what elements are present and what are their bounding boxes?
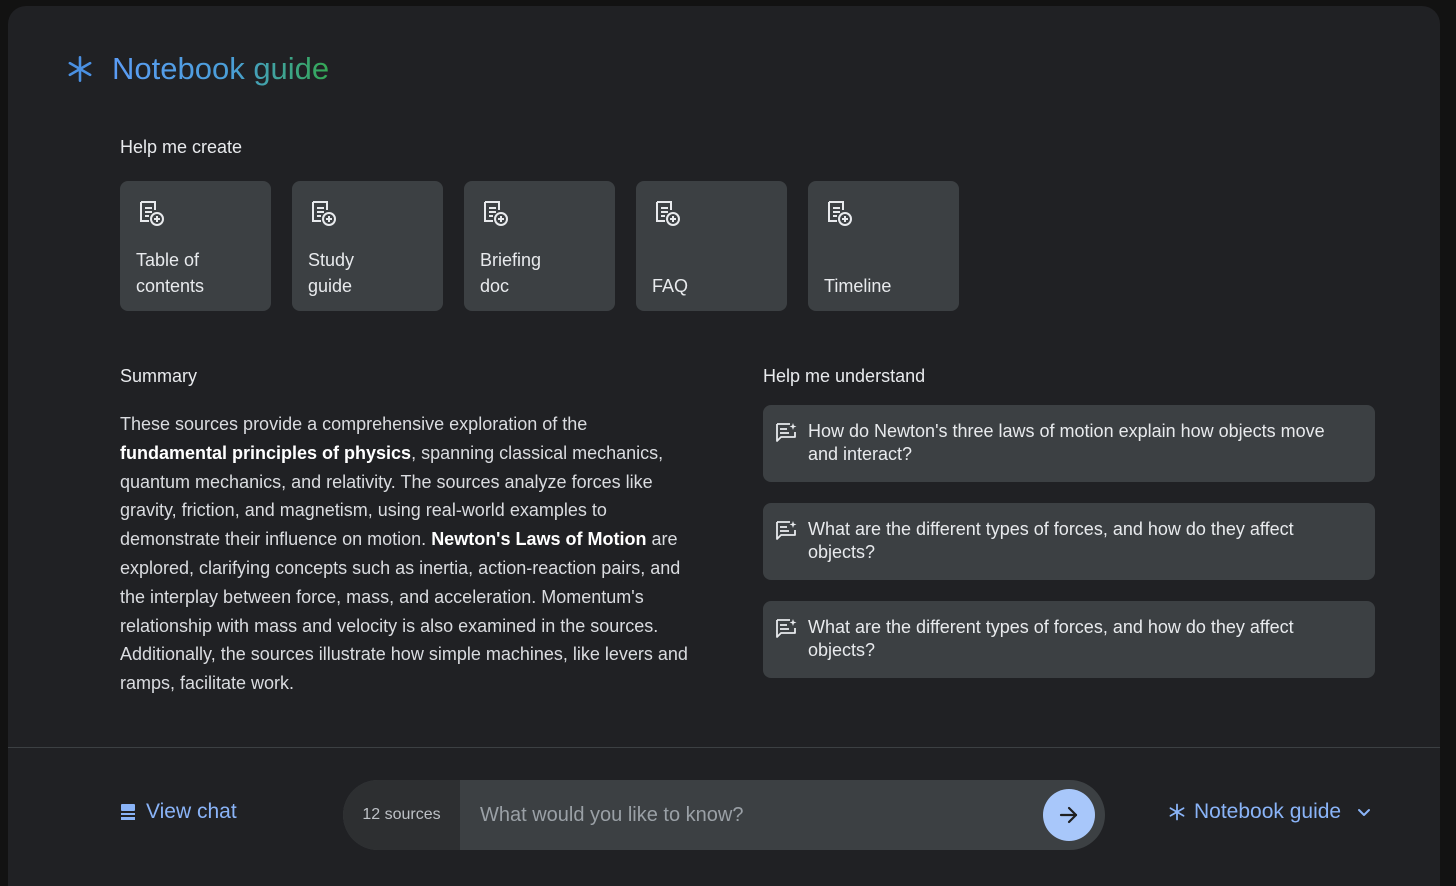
suggested-question[interactable]: How do Newton's three laws of motion exp…	[763, 405, 1375, 482]
summary-text: These sources provide a comprehensive ex…	[120, 410, 695, 698]
notebook-guide-panel: Notebook guide Help me create Table of c…	[8, 6, 1440, 886]
note-add-icon	[312, 201, 336, 226]
footer-divider	[8, 747, 1440, 748]
chat-question-icon	[776, 423, 797, 442]
help-me-create-label: Help me create	[120, 137, 243, 157]
sparkle-icon	[1169, 803, 1185, 821]
chat-question-icon	[776, 619, 797, 638]
sparkle-icon	[68, 56, 92, 82]
faq-button[interactable]: FAQ	[636, 181, 787, 311]
chevron-down-icon	[1358, 809, 1371, 816]
card-label: Briefing doc	[480, 247, 605, 299]
summary-bold-text: Newton's Laws of Motion	[431, 529, 647, 550]
card-label: FAQ	[652, 273, 777, 299]
card-label: Timeline	[824, 273, 949, 299]
notebook-guide-label: Notebook guide	[1194, 800, 1342, 823]
page-title: Notebook guide	[112, 51, 330, 86]
note-add-icon	[656, 201, 680, 226]
card-label-line2: Timeline	[824, 276, 892, 296]
help-create-cards: Table of contents Study guide Briefing d…	[120, 181, 959, 311]
question-text: What are the different types of forces, …	[808, 617, 1294, 660]
chat-question-icon	[776, 521, 797, 540]
study-guide-button[interactable]: Study guide	[292, 181, 443, 311]
table-of-contents-button[interactable]: Table of contents	[120, 181, 271, 311]
chat-bar: 12 sources	[343, 780, 1105, 850]
note-add-icon	[484, 201, 508, 226]
suggested-question[interactable]: What are the different types of forces, …	[763, 601, 1375, 678]
view-chat-button[interactable]: View chat	[120, 800, 237, 824]
send-button[interactable]	[1043, 789, 1095, 841]
summary-label: Summary	[120, 366, 198, 386]
summary-text-segment: These sources provide a comprehensive ex…	[120, 414, 588, 434]
notebook-guide-toggle[interactable]: Notebook guide	[1168, 800, 1371, 824]
timeline-button[interactable]: Timeline	[808, 181, 959, 311]
summary-bold-text: fundamental principles of physics	[120, 442, 412, 463]
question-text: What are the different types of forces, …	[808, 519, 1294, 562]
question-text: How do Newton's three laws of motion exp…	[808, 421, 1325, 464]
help-me-understand-label: Help me understand	[763, 366, 926, 386]
summary-text-segment: are explored, clarifying concepts such a…	[120, 529, 688, 694]
card-label-line1: Briefing	[480, 250, 542, 270]
header: Notebook guide	[66, 44, 329, 94]
note-add-icon	[828, 201, 852, 226]
card-label-line2: FAQ	[652, 276, 689, 296]
card-label-line1: Table of	[136, 250, 200, 270]
briefing-doc-button[interactable]: Briefing doc	[464, 181, 615, 311]
sources-count-chip[interactable]: 12 sources	[343, 780, 460, 850]
arrow-right-icon	[1059, 806, 1078, 824]
note-add-icon	[140, 201, 164, 226]
card-label: Study guide	[308, 247, 433, 299]
card-label-line2: contents	[136, 276, 205, 296]
suggested-questions: How do Newton's three laws of motion exp…	[763, 405, 1375, 699]
suggested-question[interactable]: What are the different types of forces, …	[763, 503, 1375, 580]
card-label-line1: Study	[308, 250, 355, 270]
chat-input[interactable]	[460, 780, 1030, 850]
card-label-line2: doc	[480, 276, 510, 296]
view-chat-label: View chat	[146, 800, 237, 823]
card-label: Table of contents	[136, 247, 261, 299]
chat-panel-icon	[121, 804, 135, 820]
card-label-line2: guide	[308, 276, 353, 296]
